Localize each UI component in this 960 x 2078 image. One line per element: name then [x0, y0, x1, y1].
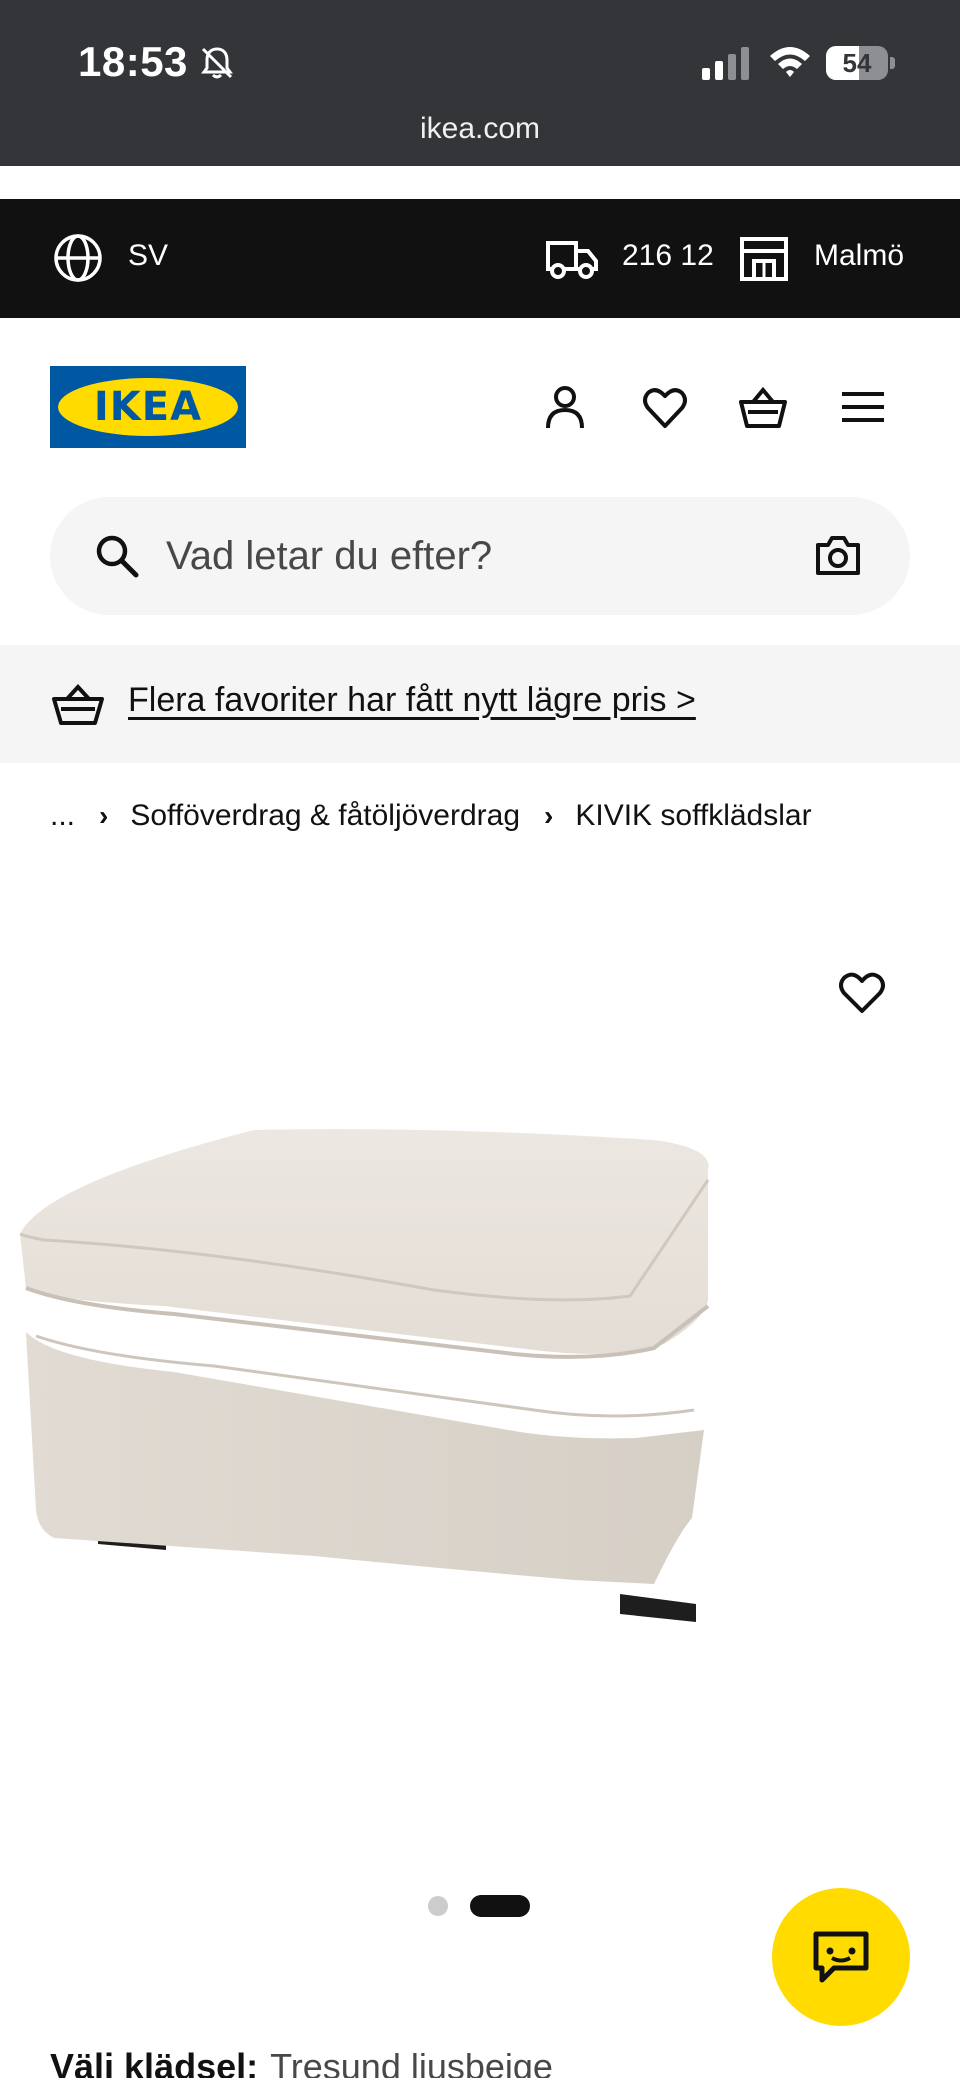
url-bar[interactable]: ikea.com [0, 112, 960, 146]
wifi-icon [770, 47, 810, 77]
search-icon[interactable] [94, 533, 140, 579]
battery-indicator: 54 [826, 46, 896, 80]
globe-icon[interactable] [52, 232, 104, 284]
heart-icon[interactable] [640, 382, 690, 432]
bell-muted-icon [201, 47, 233, 79]
ikea-logo[interactable]: IKEA [50, 366, 246, 448]
cellular-signal-icon [702, 47, 749, 80]
basket-icon [52, 684, 104, 725]
breadcrumb-item-kivik[interactable]: KIVIK soffklädslar [575, 799, 811, 833]
product-image-ottoman [19, 1129, 710, 1622]
upholstery-option[interactable]: Välj klädsel: Tresund ljusbeige [50, 2046, 553, 2078]
promo-link[interactable]: Flera favoriter har fått nytt lägre pris… [128, 681, 696, 720]
breadcrumb-item-sofa-covers[interactable]: Sofföverdrag & fåtöljöverdrag [130, 799, 520, 833]
search-bar[interactable] [50, 497, 910, 615]
camera-icon[interactable] [814, 533, 862, 577]
store-icon[interactable] [738, 235, 790, 281]
language-selector[interactable]: SV [128, 239, 168, 273]
heart-icon[interactable] [836, 968, 888, 1016]
promo-banner: Flera favoriter har fått nytt lägre pris… [0, 645, 960, 763]
chat-bubble-icon [813, 1931, 869, 1983]
upholstery-label: Välj klädsel: [50, 2046, 259, 2078]
basket-icon[interactable] [738, 382, 788, 432]
delivery-truck-icon[interactable] [544, 235, 600, 281]
postal-code[interactable]: 216 12 [622, 239, 714, 273]
carousel-dot-1[interactable] [428, 1896, 448, 1916]
store-name[interactable]: Malmö [814, 239, 904, 273]
chevron-right-icon: › [99, 800, 109, 831]
user-icon[interactable] [540, 382, 590, 432]
chevron-right-icon: › [544, 800, 554, 831]
utility-bar: SV 216 12 Malmö [0, 199, 960, 318]
upholstery-value: Tresund ljusbeige [270, 2046, 553, 2078]
breadcrumb: ... › Sofföverdrag & fåtöljöverdrag › KI… [50, 796, 812, 836]
logo-text: IKEA [93, 384, 203, 430]
battery-percent: 54 [842, 48, 872, 78]
search-input[interactable] [166, 521, 826, 591]
chat-button[interactable] [772, 1888, 910, 2026]
menu-icon[interactable] [838, 382, 888, 432]
carousel-dot-2-active[interactable] [470, 1895, 530, 1917]
status-time: 18:53 [78, 38, 188, 85]
status-bar: 18:53 54 ikea.com [0, 0, 960, 166]
breadcrumb-ellipsis[interactable]: ... [50, 799, 75, 833]
